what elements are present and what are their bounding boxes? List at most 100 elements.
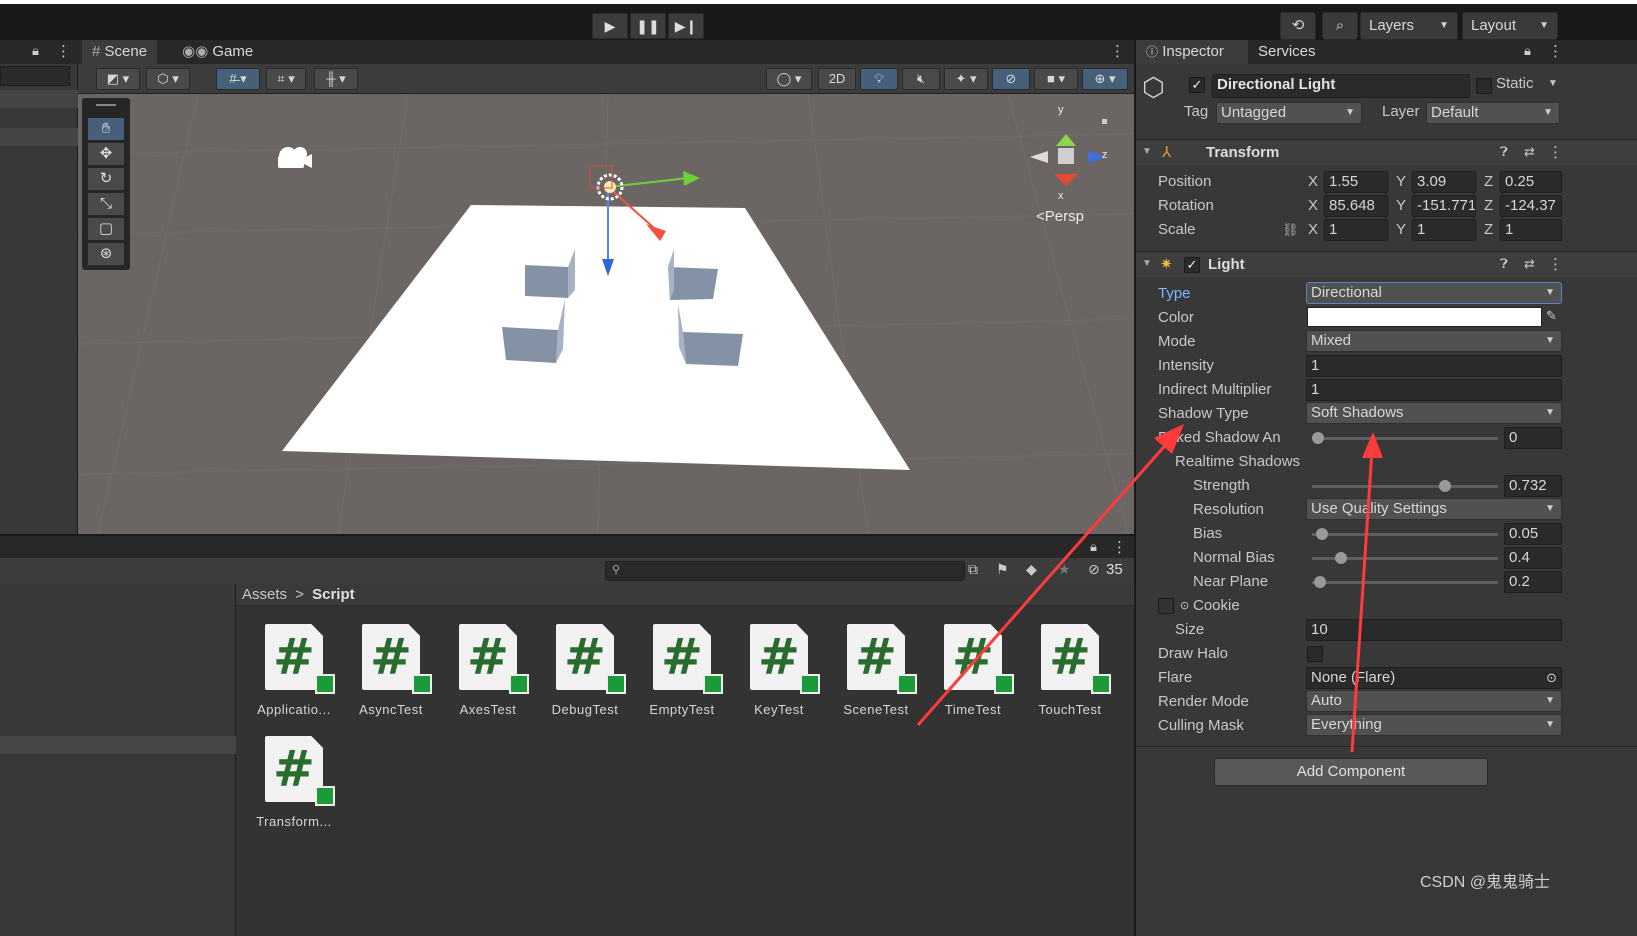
- asset-item[interactable]: # AxesTest: [438, 624, 538, 717]
- position-x-field[interactable]: 1.55: [1324, 171, 1388, 193]
- hierarchy-row[interactable]: [0, 128, 78, 146]
- asset-item[interactable]: # DebugTest: [535, 624, 635, 717]
- scene-viewport[interactable]: y z x <Persp ✋︎ ✥ ↻ ⤡ ▢ ⊛: [78, 94, 1134, 534]
- persp-label[interactable]: <Persp: [1036, 208, 1084, 225]
- filter-by-label-icon[interactable]: ◆: [1026, 561, 1037, 578]
- add-component-button[interactable]: Add Component: [1214, 758, 1488, 786]
- kebab-menu-icon[interactable]: ⋮: [1112, 538, 1127, 556]
- light-component-header[interactable]: ▼ ✷ ✓ Light ❓︎ ⇄ ⋮: [1136, 251, 1637, 277]
- visibility-toggle[interactable]: ⊘: [992, 68, 1030, 90]
- lock-icon[interactable]: 🔒︎: [1090, 539, 1097, 555]
- hierarchy-search-input[interactable]: [0, 66, 70, 86]
- draw-mode-dropdown[interactable]: ◩ ▾: [96, 68, 140, 90]
- kebab-menu-icon[interactable]: ⋮: [1548, 42, 1563, 60]
- scale-y-field[interactable]: 1: [1412, 219, 1476, 241]
- chevron-down-icon[interactable]: ▼: [1548, 78, 1558, 89]
- type-dropdown[interactable]: Directional ▼: [1306, 282, 1562, 304]
- near-plane-field[interactable]: 0.2: [1504, 571, 1562, 593]
- kebab-menu-icon[interactable]: ⋮: [56, 42, 71, 60]
- intensity-field[interactable]: 1: [1306, 355, 1562, 377]
- slider-knob[interactable]: [1312, 432, 1324, 444]
- asset-item[interactable]: # TouchTest: [1020, 624, 1120, 717]
- folder-row-selected[interactable]: [0, 736, 236, 754]
- kebab-menu-icon[interactable]: ⋮: [1548, 143, 1563, 161]
- resolution-dropdown[interactable]: Use Quality Settings ▼: [1306, 498, 1562, 520]
- audio-toggle[interactable]: 🔇︎: [902, 68, 940, 90]
- eyedropper-icon[interactable]: ✎: [1546, 308, 1557, 324]
- grid-snap-dropdown[interactable]: #̶ ▾: [216, 68, 260, 90]
- near-plane-slider[interactable]: [1312, 581, 1498, 584]
- tab-game[interactable]: ◉◉ Game: [172, 40, 263, 64]
- open-search-window-icon[interactable]: ⧉: [968, 561, 978, 578]
- hierarchy-scene-row[interactable]: [0, 90, 78, 108]
- mode-dropdown[interactable]: Mixed ▼: [1306, 330, 1562, 352]
- increment-snap-dropdown[interactable]: ⌗ ▾: [266, 68, 306, 90]
- flare-field[interactable]: None (Flare) ⊙: [1306, 667, 1562, 689]
- position-y-field[interactable]: 3.09: [1412, 171, 1476, 193]
- draw-halo-checkbox[interactable]: [1307, 646, 1323, 662]
- culling-mask-dropdown[interactable]: Everything ▼: [1306, 714, 1562, 736]
- asset-item[interactable]: # AsyncTest: [341, 624, 441, 717]
- strength-slider[interactable]: [1312, 485, 1498, 488]
- tab-services[interactable]: Services: [1248, 40, 1326, 64]
- breadcrumb-script[interactable]: Script: [312, 586, 355, 603]
- hand-tool[interactable]: ✋︎: [88, 118, 124, 140]
- gameobject-cube-icon[interactable]: ⬡: [1142, 72, 1165, 103]
- asset-item[interactable]: # TimeTest: [923, 624, 1023, 717]
- 2d-toggle[interactable]: 2D: [818, 68, 856, 90]
- search-button[interactable]: ⌕: [1322, 12, 1358, 40]
- presets-icon[interactable]: ⇄: [1524, 144, 1535, 160]
- drag-handle[interactable]: [96, 104, 116, 106]
- bias-field[interactable]: 0.05: [1504, 523, 1562, 545]
- color-swatch[interactable]: [1307, 307, 1542, 327]
- hidden-packages-icon[interactable]: ⊘: [1088, 561, 1100, 578]
- render-mode-dropdown[interactable]: Auto ▼: [1306, 690, 1562, 712]
- pivot-dropdown[interactable]: ⬡ ▾: [146, 68, 190, 90]
- layers-dropdown[interactable]: Layers ▼: [1360, 12, 1458, 40]
- size-field[interactable]: 10: [1306, 619, 1562, 641]
- shading-dropdown[interactable]: ◯ ▾: [766, 68, 812, 90]
- bias-slider[interactable]: [1312, 533, 1498, 536]
- tab-inspector[interactable]: ⓘ Inspector: [1136, 40, 1248, 64]
- transform-tool[interactable]: ⊛: [88, 243, 124, 265]
- rotation-y-field[interactable]: -151.771: [1412, 195, 1476, 217]
- rect-tool[interactable]: ▢: [88, 218, 124, 240]
- history-button[interactable]: ⟲: [1280, 12, 1316, 40]
- kebab-menu-icon[interactable]: ⋮: [1110, 42, 1125, 60]
- transform-component-header[interactable]: ▼ ⅄ Transform ❓︎ ⇄ ⋮: [1136, 139, 1637, 165]
- move-tool[interactable]: ✥: [88, 143, 124, 165]
- rotation-x-field[interactable]: 85.648: [1324, 195, 1388, 217]
- layer-dropdown[interactable]: Default ▼: [1426, 102, 1560, 124]
- filter-by-type-icon[interactable]: ⚑: [996, 561, 1009, 578]
- collapse-arrow-icon[interactable]: ▼: [1142, 146, 1152, 157]
- lock-icon[interactable]: 🔒︎: [32, 43, 39, 59]
- tag-dropdown[interactable]: Untagged ▼: [1216, 102, 1362, 124]
- asset-item[interactable]: # EmptyTest: [632, 624, 732, 717]
- constrain-proportions-icon[interactable]: ⛓: [1282, 222, 1299, 238]
- asset-item[interactable]: # Transform...: [244, 736, 344, 829]
- object-picker-icon[interactable]: ⊙: [1546, 668, 1557, 688]
- step-button[interactable]: ▶❙: [668, 13, 704, 39]
- lock-icon[interactable]: 🔒︎: [1524, 43, 1531, 59]
- normal-bias-field[interactable]: 0.4: [1504, 547, 1562, 569]
- play-button[interactable]: ▶: [592, 13, 628, 39]
- scale-z-field[interactable]: 1: [1500, 219, 1562, 241]
- active-checkbox[interactable]: ✓: [1189, 77, 1205, 93]
- lighting-toggle[interactable]: 💡︎: [860, 68, 898, 90]
- indirect-multiplier-field[interactable]: 1: [1306, 379, 1562, 401]
- baked-shadow-angle-slider[interactable]: [1312, 437, 1498, 440]
- collapse-arrow-icon[interactable]: ▼: [1142, 258, 1152, 269]
- breadcrumb-assets[interactable]: Assets: [242, 586, 287, 603]
- effects-dropdown[interactable]: ✦ ▾: [944, 68, 988, 90]
- rotate-tool[interactable]: ↻: [88, 168, 124, 190]
- baked-shadow-angle-field[interactable]: 0: [1504, 427, 1562, 449]
- object-name-field[interactable]: Directional Light: [1212, 74, 1470, 98]
- light-enabled-checkbox[interactable]: ✓: [1184, 257, 1200, 273]
- help-icon[interactable]: ❓︎: [1500, 256, 1508, 272]
- scale-tool[interactable]: ⤡: [88, 193, 124, 215]
- help-icon[interactable]: ❓︎: [1500, 144, 1508, 160]
- kebab-menu-icon[interactable]: ⋮: [1548, 255, 1563, 273]
- ruler-dropdown[interactable]: ╫ ▾: [314, 68, 358, 90]
- shadow-type-dropdown[interactable]: Soft Shadows ▼: [1306, 402, 1562, 424]
- presets-icon[interactable]: ⇄: [1524, 256, 1535, 272]
